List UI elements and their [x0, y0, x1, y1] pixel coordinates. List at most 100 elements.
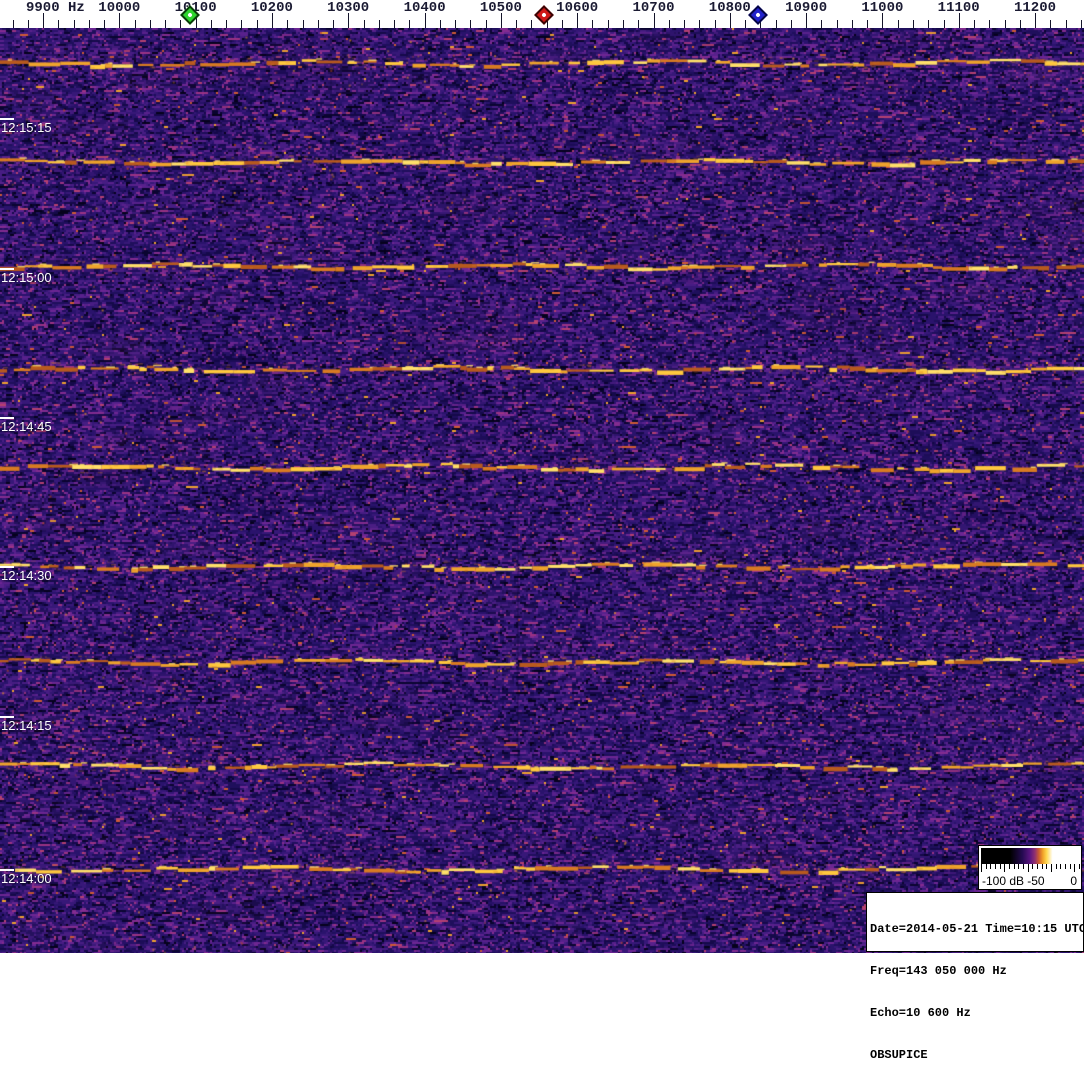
freq-tick [1065, 20, 1067, 28]
red-diamond-marker[interactable] [534, 5, 554, 25]
colorbar-tick [1004, 864, 1006, 872]
freq-label: 11100 [937, 0, 980, 16]
marker-center-dot [187, 12, 193, 18]
freq-tick [27, 20, 29, 28]
colorbar-tick [985, 864, 987, 869]
freq-tick [12, 20, 14, 28]
freq-tick [607, 20, 609, 28]
freq-tick [333, 20, 334, 28]
freq-tick [470, 20, 472, 28]
colorbar-tick [1041, 864, 1043, 869]
freq-tick [668, 20, 670, 28]
freq-tick [745, 20, 747, 28]
freq-label: 11200 [1013, 0, 1057, 16]
colorbar-tick [1036, 864, 1038, 869]
freq-tick [989, 20, 991, 28]
colorbar-tick [1013, 864, 1015, 869]
freq-label: 10800 [708, 0, 751, 16]
freq-tick [134, 20, 136, 28]
time-label: 12:15:00 [1, 270, 52, 285]
time-label: 12:14:45 [1, 419, 52, 434]
spectrogram-area: 12:15:15 12:15:00 12:14:45 12:14:30 12:14:15… [0, 28, 1084, 953]
freq-tick [241, 20, 243, 28]
info-line-echo: Echo=10 600 Hz [870, 1006, 971, 1020]
freq-tick [623, 20, 624, 28]
freq-tick [58, 20, 60, 28]
freq-tick [897, 20, 899, 28]
colorbar-tick [1060, 864, 1062, 869]
freq-tick [226, 20, 228, 28]
freq-tick [363, 20, 365, 28]
freq-tick [210, 20, 212, 28]
freq-tick [317, 20, 319, 28]
colorbar-label-min: -100 dB [982, 874, 1025, 888]
freq-tick [378, 20, 380, 28]
colorbar-tick [1074, 864, 1076, 872]
freq-tick [867, 20, 869, 28]
time-label: 12:14:30 [1, 568, 52, 583]
colorbar-tick [1027, 864, 1029, 872]
colorbar-legend: -100 dB -50 0 [978, 845, 1082, 890]
freq-label: 10300 [327, 0, 370, 16]
freq-label: 11000 [861, 0, 904, 16]
colorbar-label-mid: -50 [1027, 874, 1045, 888]
freq-tick [104, 20, 105, 28]
colorbar-tick [1051, 864, 1052, 872]
blue-diamond-marker[interactable] [748, 5, 768, 25]
time-label: 12:15:15 [1, 120, 52, 135]
freq-tick [409, 20, 411, 28]
freq-tick [836, 20, 838, 28]
freq-tick [699, 20, 701, 28]
freq-label: 10400 [403, 0, 446, 16]
colorbar-gradient [981, 848, 1079, 864]
freq-tick [974, 20, 975, 28]
freq-tick [821, 20, 823, 28]
info-line-freq: Freq=143 050 000 Hz [870, 964, 1007, 978]
freq-tick [912, 20, 914, 28]
freq-label: 10700 [632, 0, 675, 16]
freq-tick [88, 20, 90, 28]
freq-label: 10500 [479, 0, 522, 16]
time-label: 12:14:15 [1, 718, 52, 733]
freq-tick [287, 20, 289, 28]
time-label: 12:14:00 [1, 871, 52, 886]
freq-tick [531, 20, 533, 28]
colorbar-tick [1046, 864, 1048, 869]
freq-tick [302, 20, 304, 28]
freq-tick [561, 20, 563, 28]
colorbar-labels: -100 dB -50 0 [981, 874, 1079, 889]
marker-center-dot [541, 12, 547, 18]
colorbar-tick [999, 864, 1001, 869]
freq-tick [851, 20, 853, 28]
freq-tick [256, 20, 258, 28]
freq-tick [439, 20, 441, 28]
freq-label: 9900 Hz [26, 0, 85, 16]
freq-tick [73, 20, 75, 28]
freq-tick [684, 20, 685, 28]
colorbar-label-max: 0 [1070, 874, 1077, 888]
freq-tick [714, 20, 716, 28]
freq-label: 10600 [556, 0, 599, 16]
freq-tick [790, 20, 792, 28]
freq-tick [943, 20, 945, 28]
colorbar-tick [1055, 864, 1057, 869]
colorbar-tick [1032, 864, 1034, 869]
colorbar-tick [1064, 864, 1066, 869]
frequency-ruler: 9900 Hz 10000 10100 10200 10300 10400 10500 106… [0, 0, 1084, 28]
freq-tick [180, 20, 182, 28]
colorbar-tick [995, 864, 996, 869]
colorbar-tick [1079, 864, 1080, 869]
freq-tick [638, 20, 640, 28]
freq-label: 10200 [250, 0, 293, 16]
freq-tick [1019, 20, 1021, 28]
freq-tick [485, 20, 487, 28]
freq-tick [592, 20, 594, 28]
colorbar-tick [1023, 864, 1024, 869]
freq-tick [1004, 20, 1006, 28]
colorbar-tick [1069, 864, 1071, 869]
freq-label: 10000 [98, 0, 141, 16]
info-line-date: Date=2014-05-21 Time=10:15 UTC [870, 922, 1084, 936]
marker-center-dot [755, 12, 761, 18]
info-box: Date=2014-05-21 Time=10:15 UTC Freq=143 … [866, 892, 1084, 1062]
colorbar-tick [981, 864, 982, 872]
